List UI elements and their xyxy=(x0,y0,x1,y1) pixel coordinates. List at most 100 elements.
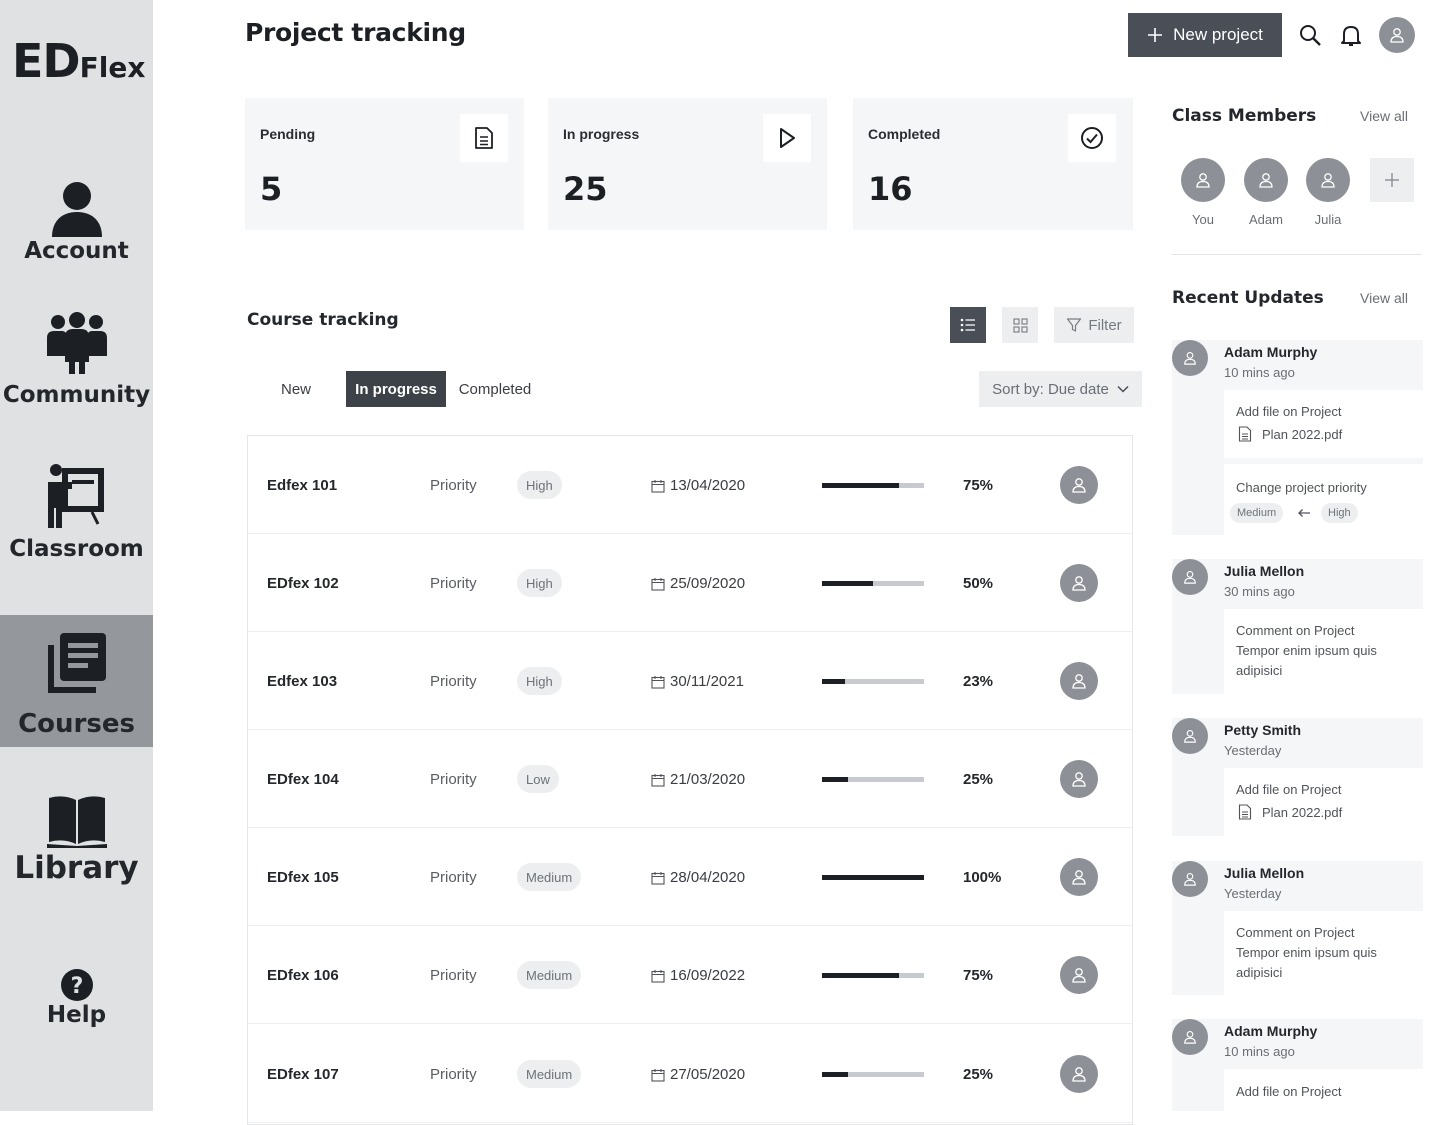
member-adam[interactable]: Adam xyxy=(1236,158,1296,227)
stat-value: 16 xyxy=(868,170,913,208)
update-action: Add file on Project xyxy=(1236,404,1342,419)
app-logo: EDFlex xyxy=(12,34,146,88)
stat-card-completed: Completed 16 xyxy=(853,98,1133,230)
update-user-name: Adam Murphy xyxy=(1224,1023,1318,1039)
list-view-button[interactable] xyxy=(950,307,986,343)
table-row[interactable]: EDfex 102 Priority High 25/09/2020 50% xyxy=(248,534,1132,632)
update-action: Comment on Project xyxy=(1236,623,1355,638)
update-time: 30 mins ago xyxy=(1224,584,1295,599)
update-action: Comment on Project xyxy=(1236,925,1355,940)
progress-fill xyxy=(822,1072,848,1077)
grid-view-button[interactable] xyxy=(1002,307,1038,343)
table-row[interactable]: EDfex 106 Priority Medium 16/09/2022 75% xyxy=(248,926,1132,1024)
search-button[interactable] xyxy=(1297,22,1323,48)
nav-item-community[interactable]: Community xyxy=(0,312,153,412)
update-header: Adam Murphy 10 mins ago xyxy=(1172,1019,1423,1069)
update-item: Petty Smith Yesterday Add file on Projec… xyxy=(1172,718,1423,836)
updates-view-all-link[interactable]: View all xyxy=(1360,290,1408,306)
courses-icon xyxy=(47,633,106,693)
update-block: Comment on Project Tempor enim ipsum qui… xyxy=(1224,911,1423,995)
grid-icon xyxy=(1012,317,1028,333)
calendar-icon xyxy=(651,1068,665,1082)
member-you[interactable]: You xyxy=(1173,158,1233,227)
tab-new[interactable]: New xyxy=(267,371,325,407)
priority-badge: High xyxy=(517,569,562,597)
nav-item-help[interactable]: ? Help xyxy=(0,968,153,1034)
progress-percent: 75% xyxy=(963,477,994,494)
table-row[interactable]: Edfex 101 Priority High 13/04/2020 75% xyxy=(248,436,1132,534)
new-project-button[interactable]: New project xyxy=(1128,13,1282,57)
document-icon xyxy=(1238,426,1252,442)
update-file-link[interactable]: Plan 2022.pdf xyxy=(1238,426,1342,442)
assignee-avatar[interactable] xyxy=(1060,466,1098,504)
user-icon xyxy=(1184,873,1196,886)
member-julia[interactable]: Julia xyxy=(1298,158,1358,227)
sort-dropdown[interactable]: Sort by: Due date xyxy=(979,371,1142,407)
assignee-avatar[interactable] xyxy=(1060,662,1098,700)
priority-badge-new: High xyxy=(1321,503,1358,523)
priority-label: Priority xyxy=(430,673,477,690)
arrow-left-icon xyxy=(1298,509,1310,517)
progress-bar xyxy=(822,777,924,782)
assignee-avatar[interactable] xyxy=(1060,760,1098,798)
nav-item-account[interactable]: Account xyxy=(0,180,153,270)
play-icon xyxy=(780,128,795,148)
member-name: Adam xyxy=(1249,212,1283,227)
table-row[interactable]: EDfex 105 Priority Medium 28/04/2020 100% xyxy=(248,828,1132,926)
due-date: 30/11/2021 xyxy=(651,673,744,690)
course-table: Edfex 101 Priority High 13/04/2020 75% EDfex … xyxy=(247,435,1133,1125)
priority-label: Priority xyxy=(430,771,477,788)
table-row[interactable]: EDfex 107 Priority Medium 27/05/2020 25% xyxy=(248,1025,1132,1123)
update-action: Add file on Project xyxy=(1236,1084,1342,1099)
table-row[interactable]: Edfex 103 Priority High 30/11/2021 23% xyxy=(248,632,1132,730)
sort-label: Sort by: Due date xyxy=(992,380,1109,398)
due-date: 16/09/2022 xyxy=(651,967,745,984)
update-time: 10 mins ago xyxy=(1224,1044,1295,1059)
user-icon xyxy=(1184,571,1196,584)
update-file-link[interactable]: Plan 2022.pdf xyxy=(1238,804,1342,820)
due-date: 25/09/2020 xyxy=(651,575,745,592)
chevron-down-icon xyxy=(1117,385,1129,393)
course-tracking-title: Course tracking xyxy=(247,310,399,330)
nav-item-library[interactable]: Library xyxy=(0,794,153,894)
user-icon xyxy=(1072,870,1086,885)
notifications-button[interactable] xyxy=(1338,22,1364,48)
nav-item-courses[interactable]: Courses xyxy=(0,615,153,747)
tab-completed[interactable]: Completed xyxy=(451,371,539,407)
update-rail xyxy=(1172,390,1224,535)
bell-icon xyxy=(1341,26,1361,46)
file-name: Plan 2022.pdf xyxy=(1262,804,1343,820)
assignee-avatar[interactable] xyxy=(1060,1055,1098,1093)
community-icon xyxy=(46,312,107,374)
progress-percent: 50% xyxy=(963,575,994,592)
members-view-all-link[interactable]: View all xyxy=(1360,108,1408,124)
user-icon xyxy=(1184,352,1196,365)
progress-percent: 25% xyxy=(963,1066,994,1083)
update-header: Julia Mellon 30 mins ago xyxy=(1172,559,1423,609)
progress-fill xyxy=(822,777,848,782)
priority-label: Priority xyxy=(430,967,477,984)
tab-in-progress[interactable]: In progress xyxy=(346,371,446,407)
user-avatar[interactable] xyxy=(1379,17,1415,53)
course-name: Edfex 103 xyxy=(267,673,338,690)
priority-badge: High xyxy=(517,471,562,499)
help-icon: ? xyxy=(60,969,93,1001)
progress-bar xyxy=(822,875,924,880)
add-member-button[interactable] xyxy=(1370,158,1414,202)
table-row[interactable]: EDfex 104 Priority Low 21/03/2020 25% xyxy=(248,730,1132,828)
update-item: Julia Mellon Yesterday Comment on Projec… xyxy=(1172,861,1423,995)
avatar xyxy=(1306,158,1350,202)
filter-button[interactable]: Filter xyxy=(1054,307,1134,343)
nav-item-classroom[interactable]: Classroom xyxy=(0,462,153,572)
due-date-text: 27/05/2020 xyxy=(670,1066,746,1083)
class-members-title: Class Members xyxy=(1172,106,1317,126)
assignee-avatar[interactable] xyxy=(1060,858,1098,896)
plus-icon xyxy=(1385,173,1399,187)
assignee-avatar[interactable] xyxy=(1060,564,1098,602)
user-icon xyxy=(1184,730,1196,743)
assignee-avatar[interactable] xyxy=(1060,956,1098,994)
priority-badge: Medium xyxy=(517,1060,582,1088)
progress-fill xyxy=(822,483,899,488)
priority-badge: Low xyxy=(517,765,559,793)
update-block: Change project priority Medium High xyxy=(1224,464,1423,535)
